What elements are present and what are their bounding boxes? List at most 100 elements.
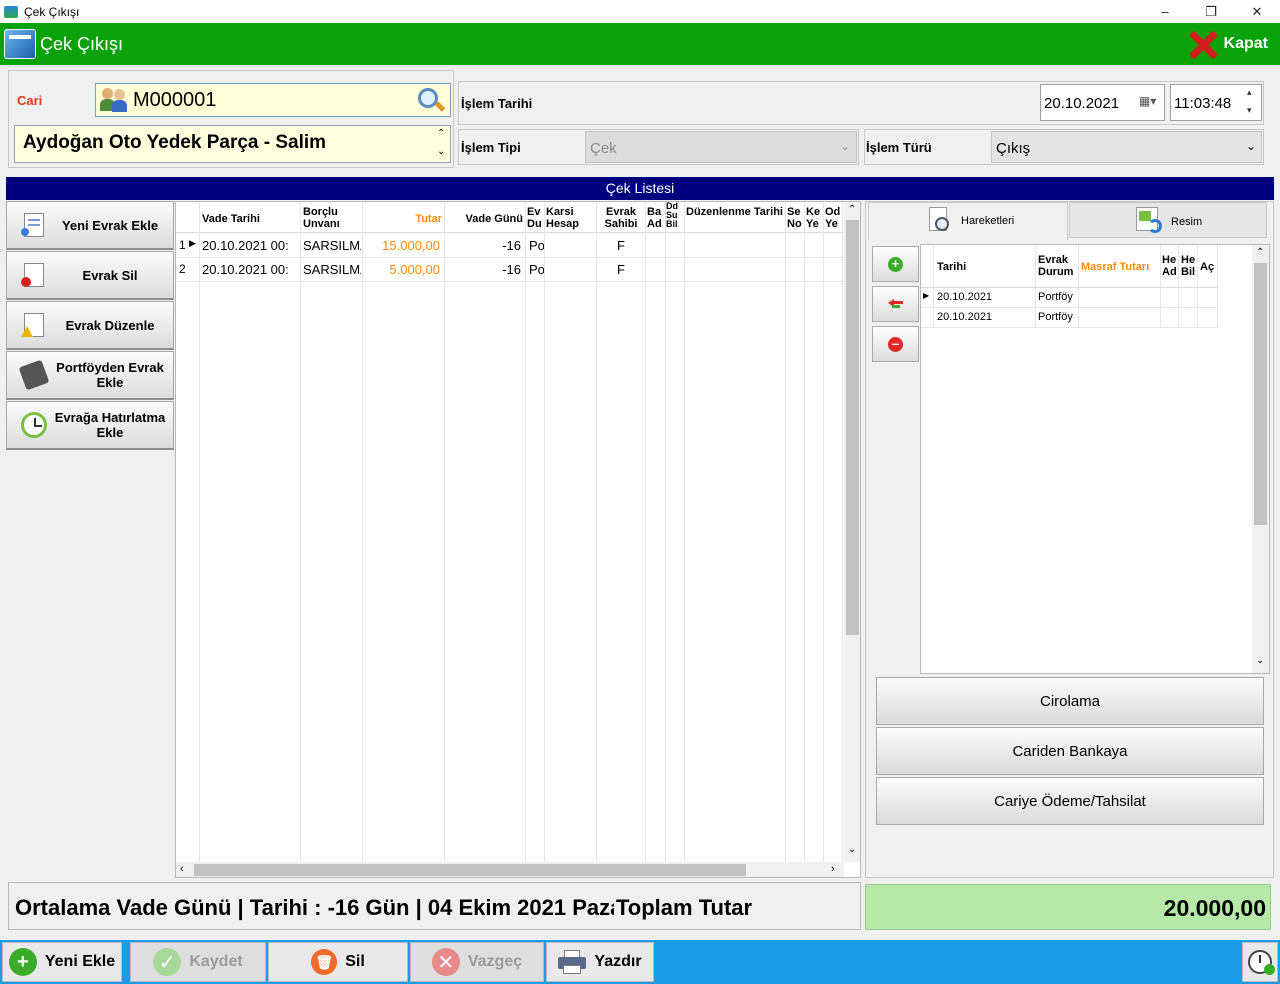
cari-code-input[interactable]: M000001 xyxy=(95,83,451,117)
window-titlebar: Çek Çıkışı – ❐ ✕ xyxy=(0,0,1280,23)
cari-code-value: M000001 xyxy=(133,89,217,111)
row-number: 2 xyxy=(179,262,186,276)
cell-sahibi: F xyxy=(617,262,625,277)
close-window-button[interactable]: ✕ xyxy=(1234,0,1280,23)
col-seri-no[interactable]: Se No xyxy=(787,206,803,230)
scroll-up-arrow-icon[interactable]: ⌃ xyxy=(848,204,856,215)
tab-hareketleri[interactable]: Hareketleri xyxy=(868,202,1068,240)
vazgec-label: Vazgeç xyxy=(467,953,523,970)
evraga-hatirlatma-ekle-button[interactable]: Evrağa Hatırlatma Ekle xyxy=(6,401,174,450)
col-evrak-durum[interactable]: Evrak Durum xyxy=(1038,254,1078,278)
scroll-up-icon[interactable]: ⌃ xyxy=(437,128,445,139)
trash-icon: 🗑 xyxy=(311,949,338,975)
time-up-icon[interactable]: ▴ xyxy=(1247,87,1252,98)
col-masraf-tutari[interactable]: Masraf Tutarı xyxy=(1081,261,1160,273)
islem-turu-label: İşlem Türü xyxy=(866,140,932,155)
portfoyden-evrak-ekle-button[interactable]: Portföyden Evrak Ekle xyxy=(6,351,174,400)
yeni-evrak-ekle-button[interactable]: Yeni Evrak Ekle xyxy=(6,201,174,250)
row-pointer-icon: ▶ xyxy=(923,291,930,300)
vazgec-button[interactable]: ✕ Vazgeç xyxy=(410,942,544,982)
col-tutar[interactable]: Tutar xyxy=(365,213,442,225)
col-hesap-bilgi[interactable]: He Bil xyxy=(1181,254,1197,278)
magnifier-document-icon xyxy=(929,207,953,235)
maximize-button[interactable]: ❐ xyxy=(1188,0,1234,23)
reminder-button[interactable] xyxy=(1242,942,1278,982)
toplam-tutar-value: 20.000,00 xyxy=(1163,895,1266,921)
scroll-right-arrow-icon[interactable]: › xyxy=(831,863,835,875)
horizontal-scrollbar[interactable]: ‹ › xyxy=(176,862,844,877)
col-dd-su[interactable]: Dd Su Bil xyxy=(666,202,683,229)
time-input[interactable]: 11:03:48 ▴ ▾ xyxy=(1170,84,1262,121)
window-title: Çek Çıkışı xyxy=(24,4,80,19)
delete-document-icon xyxy=(21,261,47,289)
new-document-icon xyxy=(21,211,47,239)
chevron-down-icon: ⌄ xyxy=(1246,139,1257,153)
col-tarihi[interactable]: Tarihi xyxy=(937,261,966,273)
row-pointer-icon: ▶ xyxy=(189,238,196,248)
cell-durum: Portföy xyxy=(1038,291,1073,303)
kaydet-button[interactable]: ✓ Kaydet xyxy=(130,942,266,982)
transfer-move-button[interactable] xyxy=(872,286,919,322)
cari-label: Cari xyxy=(17,93,43,108)
col-evrak-durumu[interactable]: Ev Du xyxy=(527,206,543,230)
evrak-duzenle-button[interactable]: Evrak Düzenle xyxy=(6,301,174,350)
col-vade-gunu[interactable]: Vade Günü xyxy=(447,213,523,225)
col-odeme-yeri[interactable]: Od Ye xyxy=(825,206,841,230)
cari-name-value: Aydoğan Oto Yedek Parça - Salim xyxy=(23,132,327,153)
col-vade-tarihi[interactable]: Vade Tarihi xyxy=(202,213,298,225)
col-keside-yeri[interactable]: Ke Ye xyxy=(806,206,822,230)
cariye-odeme-button[interactable]: Cariye Ödeme/Tahsilat xyxy=(876,777,1264,825)
col-borclu-unvani[interactable]: Borçlu Unvanı xyxy=(303,206,359,230)
kaydet-label: Kaydet xyxy=(189,953,243,970)
edit-document-icon xyxy=(21,311,47,339)
scroll-down-arrow-icon[interactable]: ⌄ xyxy=(1256,655,1264,666)
cell-durum: Po xyxy=(529,238,544,253)
col-duzenlenme-tarihi[interactable]: Düzenlenme Tarihi xyxy=(686,206,784,218)
minimize-button[interactable]: – xyxy=(1142,0,1188,23)
yazdir-button[interactable]: Yazdır xyxy=(546,942,654,982)
search-icon[interactable] xyxy=(416,86,446,114)
scroll-left-arrow-icon[interactable]: ‹ xyxy=(180,863,184,875)
evrak-sil-label: Evrak Sil xyxy=(82,267,138,283)
date-picker[interactable]: 20.10.2021 ▦▾ xyxy=(1040,84,1165,121)
clock-icon xyxy=(21,411,47,439)
evrak-sil-button[interactable]: Evrak Sil xyxy=(6,251,174,300)
yeni-ekle-label: Yeni Ekle xyxy=(44,953,116,970)
islem-turu-select[interactable]: Çıkış ⌄ xyxy=(991,131,1262,163)
col-aciklama[interactable]: Aç xyxy=(1200,261,1216,273)
time-down-icon[interactable]: ▾ xyxy=(1247,105,1252,116)
kapat-button[interactable]: Kapat xyxy=(1186,28,1268,60)
cirolama-button[interactable]: Cirolama xyxy=(876,677,1264,725)
cariden-bankaya-button[interactable]: Cariden Bankaya xyxy=(876,727,1264,775)
toplam-tutar-field: 20.000,00 xyxy=(865,884,1271,930)
tab-hareketleri-label: Hareketleri xyxy=(961,215,1015,227)
islem-tipi-select[interactable]: Çek ⌄ xyxy=(585,131,857,163)
sil-button[interactable]: 🗑 Sil xyxy=(268,942,408,982)
yeni-ekle-button[interactable]: + Yeni Ekle xyxy=(2,942,122,982)
add-move-button[interactable]: + xyxy=(872,246,919,282)
cek-listesi-title: Çek Listesi xyxy=(6,177,1274,200)
scroll-up-arrow-icon[interactable]: ⌃ xyxy=(1256,247,1264,258)
calendar-icon[interactable]: ▦▾ xyxy=(1139,94,1156,108)
col-karsi-hesap[interactable]: Karsi Hesap xyxy=(546,206,594,230)
cell-gun: -16 xyxy=(502,262,521,277)
users-icon xyxy=(100,87,128,113)
col-banka-adi[interactable]: Ba Ad xyxy=(647,206,664,230)
islem-tipi-value: Çek xyxy=(590,140,617,157)
portfoyden-evrak-ekle-label: Portföyden Evrak Ekle xyxy=(56,360,164,390)
cari-name-field[interactable]: Aydoğan Oto Yedek Parça - Salim ⌃ ⌄ xyxy=(14,125,451,163)
image-refresh-icon xyxy=(1134,205,1164,235)
plus-icon: + xyxy=(888,256,903,272)
scroll-down-arrow-icon[interactable]: ⌄ xyxy=(848,844,856,855)
scroll-down-icon[interactable]: ⌄ xyxy=(437,146,445,157)
move-vertical-scrollbar[interactable]: ⌃ ⌄ xyxy=(1252,245,1269,673)
toplam-tutar-label: Toplam Tutar xyxy=(614,895,753,921)
col-hesap-adi[interactable]: He Ad xyxy=(1162,254,1178,278)
check-icon: ✓ xyxy=(153,948,182,976)
cell-vade: 20.10.2021 00: xyxy=(202,262,289,277)
tab-resim[interactable]: Resim xyxy=(1069,202,1267,238)
vertical-scrollbar[interactable]: ⌃ ⌄ xyxy=(844,202,860,862)
col-evrak-sahibi[interactable]: Evrak Sahibi xyxy=(598,206,644,230)
remove-move-button[interactable]: – xyxy=(872,326,919,362)
row-number: 1 xyxy=(179,238,186,252)
